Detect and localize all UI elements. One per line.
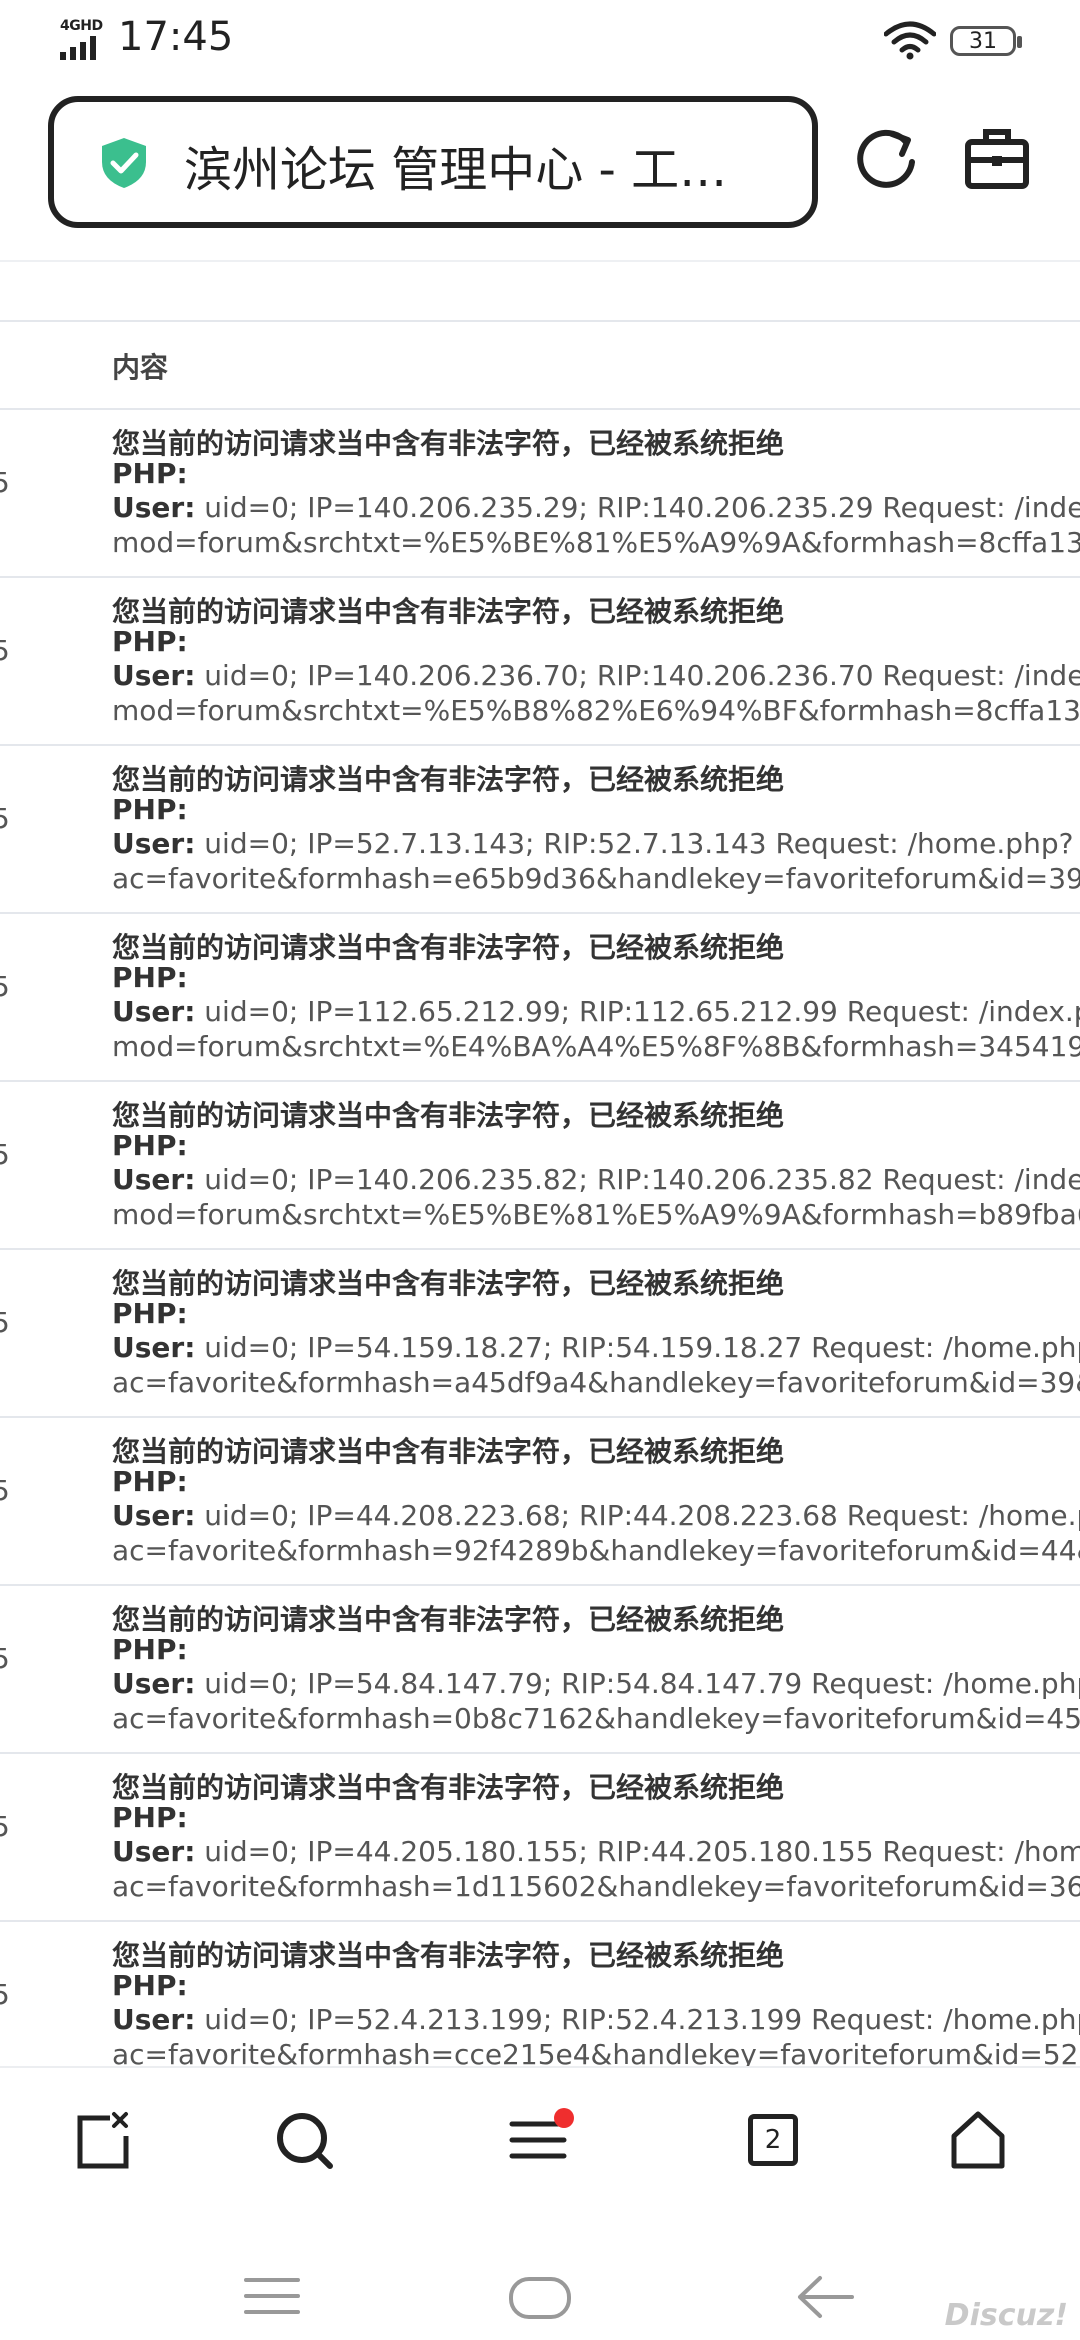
row-message: 您当前的访问请求当中含有非法字符，已经被系统拒绝 bbox=[112, 427, 785, 460]
row-message: 您当前的访问请求当中含有非法字符，已经被系统拒绝 bbox=[112, 1603, 785, 1636]
row-message: 您当前的访问请求当中含有非法字符，已经被系统拒绝 bbox=[112, 1267, 785, 1300]
status-bar: 4GHD 17:45 31 bbox=[0, 0, 1080, 84]
row-php-label: PHP: bbox=[112, 457, 188, 490]
system-nav-bar bbox=[0, 2230, 1080, 2340]
table-row: 5 您当前的访问请求当中含有非法字符，已经被系统拒绝 PHP: User: ui… bbox=[0, 1754, 1080, 1922]
log-table: 内容 5 您当前的访问请求当中含有非法字符，已经被系统拒绝 PHP: User:… bbox=[0, 260, 1080, 2066]
search-icon[interactable] bbox=[272, 2108, 336, 2172]
row-cell-cut: 5 bbox=[0, 466, 10, 499]
row-request-url: mod=forum&srchtxt=%E5%BE%81%E5%A9%9A&for… bbox=[112, 526, 1080, 559]
notification-badge bbox=[554, 2108, 574, 2128]
row-php-label: PHP: bbox=[112, 1969, 188, 2002]
table-row: 5 您当前的访问请求当中含有非法字符，已经被系统拒绝 PHP: User: ui… bbox=[0, 1418, 1080, 1586]
row-message: 您当前的访问请求当中含有非法字符，已经被系统拒绝 bbox=[112, 931, 785, 964]
log-list: 5 您当前的访问请求当中含有非法字符，已经被系统拒绝 PHP: User: ui… bbox=[0, 410, 1080, 2066]
row-message: 您当前的访问请求当中含有非法字符，已经被系统拒绝 bbox=[112, 1099, 785, 1132]
row-request-url: mod=forum&srchtxt=%E4%BA%A4%E5%8F%8B&for… bbox=[112, 1030, 1080, 1063]
row-user-line: User: uid=0; IP=140.206.235.29; RIP:140.… bbox=[112, 491, 1080, 524]
row-message: 您当前的访问请求当中含有非法字符，已经被系统拒绝 bbox=[112, 1771, 785, 1804]
battery-icon: 31 bbox=[950, 26, 1022, 56]
row-user-line: User: uid=0; IP=52.4.213.199; RIP:52.4.2… bbox=[112, 2003, 1080, 2036]
row-cell-cut: 5 bbox=[0, 1306, 10, 1339]
row-request-url: ac=favorite&formhash=cce215e4&handlekey=… bbox=[112, 2038, 1080, 2066]
row-user-line: User: uid=0; IP=52.7.13.143; RIP:52.7.13… bbox=[112, 827, 1074, 860]
row-php-label: PHP: bbox=[112, 961, 188, 994]
home-icon[interactable] bbox=[946, 2108, 1010, 2172]
status-time: 17:45 bbox=[118, 14, 234, 60]
row-request-url: ac=favorite&formhash=1d115602&handlekey=… bbox=[112, 1870, 1080, 1903]
row-php-label: PHP: bbox=[112, 1297, 188, 1330]
table-row: 5 您当前的访问请求当中含有非法字符，已经被系统拒绝 PHP: User: ui… bbox=[0, 1586, 1080, 1754]
home-nav-icon[interactable] bbox=[508, 2276, 572, 2320]
column-header-content: 内容 bbox=[112, 351, 169, 384]
table-row: 5 您当前的访问请求当中含有非法字符，已经被系统拒绝 PHP: User: ui… bbox=[0, 1250, 1080, 1418]
network-type: 4GHD bbox=[60, 18, 103, 34]
table-header: 内容 bbox=[0, 320, 1080, 410]
row-request-url: mod=forum&srchtxt=%E5%B8%82%E6%94%BF&for… bbox=[112, 694, 1080, 727]
page-title[interactable]: 滨州论坛 管理中心 - 工… bbox=[184, 130, 784, 200]
row-cell-cut: 5 bbox=[0, 970, 10, 1003]
row-cell-cut: 5 bbox=[0, 1810, 10, 1843]
row-message: 您当前的访问请求当中含有非法字符，已经被系统拒绝 bbox=[112, 763, 785, 796]
table-row: 5 您当前的访问请求当中含有非法字符，已经被系统拒绝 PHP: User: ui… bbox=[0, 1922, 1080, 2066]
table-row: 5 您当前的访问请求当中含有非法字符，已经被系统拒绝 PHP: User: ui… bbox=[0, 914, 1080, 1082]
cellular-signal-icon: 4GHD bbox=[60, 18, 108, 60]
row-php-label: PHP: bbox=[112, 793, 188, 826]
table-row: 5 您当前的访问请求当中含有非法字符，已经被系统拒绝 PHP: User: ui… bbox=[0, 410, 1080, 578]
row-cell-cut: 5 bbox=[0, 1978, 10, 2011]
row-user-line: User: uid=0; IP=140.206.236.70; RIP:140.… bbox=[112, 659, 1080, 692]
toolbox-icon[interactable] bbox=[962, 126, 1032, 192]
row-cell-cut: 5 bbox=[0, 1642, 10, 1675]
row-cell-cut: 5 bbox=[0, 1474, 10, 1507]
row-cell-cut: 5 bbox=[0, 1138, 10, 1171]
row-php-label: PHP: bbox=[112, 1465, 188, 1498]
row-php-label: PHP: bbox=[112, 1801, 188, 1834]
address-bar[interactable]: 滨州论坛 管理中心 - 工… bbox=[48, 96, 818, 228]
row-user-line: User: uid=0; IP=54.159.18.27; RIP:54.159… bbox=[112, 1331, 1080, 1364]
table-row: 5 您当前的访问请求当中含有非法字符，已经被系统拒绝 PHP: User: ui… bbox=[0, 1082, 1080, 1250]
row-user-line: User: uid=0; IP=44.208.223.68; RIP:44.20… bbox=[112, 1499, 1080, 1532]
battery-level: 31 bbox=[969, 28, 997, 54]
reload-icon[interactable] bbox=[852, 122, 924, 194]
back-icon[interactable] bbox=[796, 2274, 854, 2320]
new-tab-icon[interactable] bbox=[70, 2108, 134, 2172]
row-user-line: User: uid=0; IP=54.84.147.79; RIP:54.84.… bbox=[112, 1667, 1080, 1700]
row-request-url: ac=favorite&formhash=a45df9a4&handlekey=… bbox=[112, 1366, 1080, 1399]
tabs-button[interactable]: 2 bbox=[748, 2114, 798, 2166]
row-php-label: PHP: bbox=[112, 625, 188, 658]
wifi-icon bbox=[884, 21, 936, 60]
row-cell-cut: 5 bbox=[0, 634, 10, 667]
browser-toolbar: 2 bbox=[0, 2066, 1080, 2230]
divider bbox=[0, 260, 1080, 262]
row-request-url: mod=forum&srchtxt=%E5%BE%81%E5%A9%9A&for… bbox=[112, 1198, 1080, 1231]
row-user-line: User: uid=0; IP=140.206.235.82; RIP:140.… bbox=[112, 1163, 1080, 1196]
row-message: 您当前的访问请求当中含有非法字符，已经被系统拒绝 bbox=[112, 595, 785, 628]
table-row: 5 您当前的访问请求当中含有非法字符，已经被系统拒绝 PHP: User: ui… bbox=[0, 578, 1080, 746]
row-cell-cut: 5 bbox=[0, 802, 10, 835]
row-message: 您当前的访问请求当中含有非法字符，已经被系统拒绝 bbox=[112, 1939, 785, 1972]
table-row: 5 您当前的访问请求当中含有非法字符，已经被系统拒绝 PHP: User: ui… bbox=[0, 746, 1080, 914]
row-request-url: ac=favorite&formhash=0b8c7162&handlekey=… bbox=[112, 1702, 1080, 1735]
watermark: Discuz! bbox=[944, 2298, 1068, 2333]
row-request-url: ac=favorite&formhash=e65b9d36&handlekey=… bbox=[112, 862, 1080, 895]
row-php-label: PHP: bbox=[112, 1129, 188, 1162]
row-message: 您当前的访问请求当中含有非法字符，已经被系统拒绝 bbox=[112, 1435, 785, 1468]
row-user-line: User: uid=0; IP=112.65.212.99; RIP:112.6… bbox=[112, 995, 1080, 1028]
recents-menu-icon[interactable] bbox=[244, 2276, 300, 2316]
shield-check-icon bbox=[102, 138, 146, 188]
row-user-line: User: uid=0; IP=44.205.180.155; RIP:44.2… bbox=[112, 1835, 1080, 1868]
row-request-url: ac=favorite&formhash=92f4289b&handlekey=… bbox=[112, 1534, 1080, 1567]
row-php-label: PHP: bbox=[112, 1633, 188, 1666]
